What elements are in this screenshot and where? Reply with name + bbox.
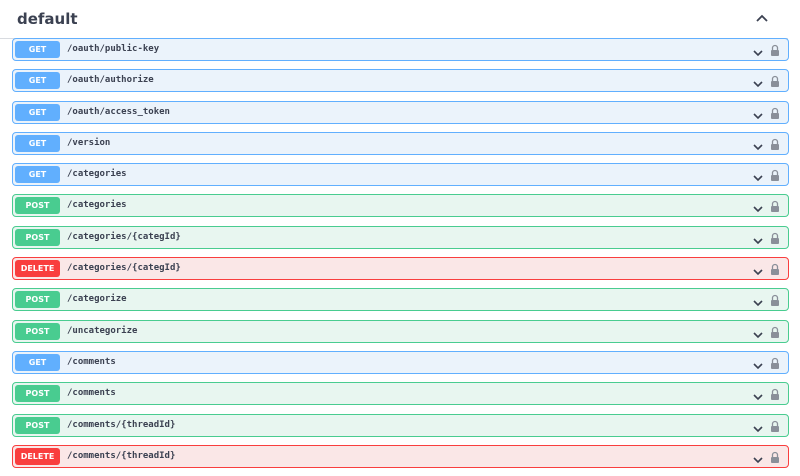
operation-path: /categorize xyxy=(67,294,127,305)
method-badge: POST xyxy=(15,416,60,434)
operation-row[interactable]: POST/categories xyxy=(12,194,789,218)
method-badge: GET xyxy=(15,166,60,184)
operation-row[interactable]: GET/oauth/access_token xyxy=(12,100,789,124)
lock-icon[interactable] xyxy=(770,324,780,338)
operation-row[interactable]: DELETE/categories/{categId} xyxy=(12,257,789,281)
chevron-down-icon[interactable] xyxy=(752,138,764,151)
operation-path: /categories xyxy=(67,169,127,180)
operation-row[interactable]: POST/comments/{threadId} xyxy=(12,413,789,437)
operation-path: /categories xyxy=(67,200,127,211)
operation-row[interactable]: DELETE/comments/{threadId} xyxy=(12,444,789,468)
operation-path: /categories/{categId} xyxy=(67,263,181,274)
chevron-down-icon[interactable] xyxy=(752,357,764,370)
lock-icon[interactable] xyxy=(770,355,780,369)
lock-icon[interactable] xyxy=(770,167,780,182)
operation-path: /oauth/authorize xyxy=(67,75,154,86)
lock-icon[interactable] xyxy=(770,292,780,307)
method-badge: POST xyxy=(15,291,60,309)
method-badge: POST xyxy=(15,385,60,403)
operation-row[interactable]: GET/oauth/authorize xyxy=(12,69,789,93)
chevron-down-icon[interactable] xyxy=(752,232,764,244)
chevron-down-icon[interactable] xyxy=(752,169,764,182)
lock-icon[interactable] xyxy=(770,386,780,401)
section-title: default xyxy=(17,10,78,28)
method-badge: GET xyxy=(15,72,60,90)
operation-path: /comments xyxy=(67,388,116,399)
operation-path: /uncategorize xyxy=(67,325,138,336)
lock-icon[interactable] xyxy=(770,136,780,150)
chevron-down-icon[interactable] xyxy=(752,294,764,307)
chevron-down-icon[interactable] xyxy=(752,44,764,57)
operation-row[interactable]: GET/categories xyxy=(12,163,789,187)
lock-icon[interactable] xyxy=(770,449,780,463)
operations-list: GET/oauth/public-key GET/oauth/authorize G… xyxy=(12,38,789,476)
lock-icon[interactable] xyxy=(770,230,780,244)
chevron-up-icon[interactable] xyxy=(752,9,772,29)
method-badge: GET xyxy=(15,41,60,58)
chevron-down-icon[interactable] xyxy=(752,326,764,338)
operation-row[interactable]: POST/comments xyxy=(12,382,789,406)
lock-icon[interactable] xyxy=(770,42,780,56)
method-badge: POST xyxy=(15,197,60,215)
chevron-down-icon[interactable] xyxy=(752,388,764,401)
chevron-down-icon[interactable] xyxy=(752,75,764,88)
section-header[interactable]: default xyxy=(0,0,788,39)
operation-row[interactable]: GET/version xyxy=(12,131,789,155)
chevron-down-icon[interactable] xyxy=(752,420,764,432)
lock-icon[interactable] xyxy=(770,105,780,119)
lock-icon[interactable] xyxy=(770,418,780,432)
operation-row[interactable]: POST/categories/{categId} xyxy=(12,225,789,249)
method-badge: GET xyxy=(15,134,60,152)
method-badge: GET xyxy=(15,353,60,371)
operation-path: /categories/{categId} xyxy=(67,231,181,242)
chevron-down-icon[interactable] xyxy=(752,263,764,276)
operation-path: /comments xyxy=(67,356,116,367)
operation-row[interactable]: GET/oauth/public-key xyxy=(12,38,789,61)
chevron-down-icon[interactable] xyxy=(752,107,764,119)
chevron-down-icon[interactable] xyxy=(752,451,764,463)
operation-path: /oauth/access_token xyxy=(67,106,170,117)
operation-row[interactable]: POST/categorize xyxy=(12,288,789,312)
method-badge: GET xyxy=(15,103,60,121)
lock-icon[interactable] xyxy=(770,261,780,276)
operation-path: /version xyxy=(67,137,111,148)
operation-path: /oauth/public-key xyxy=(67,44,160,54)
method-badge: POST xyxy=(15,228,60,246)
lock-icon[interactable] xyxy=(770,73,780,88)
method-badge: DELETE xyxy=(15,447,60,465)
method-badge: POST xyxy=(15,322,60,340)
operation-path: /comments/{threadId} xyxy=(67,450,176,461)
operation-path: /comments/{threadId} xyxy=(67,419,176,430)
chevron-down-icon[interactable] xyxy=(752,200,764,213)
operation-row[interactable]: POST/uncategorize xyxy=(12,319,789,343)
operation-row[interactable]: GET/comments xyxy=(12,350,789,374)
lock-icon[interactable] xyxy=(770,198,780,213)
method-badge: DELETE xyxy=(15,260,60,278)
